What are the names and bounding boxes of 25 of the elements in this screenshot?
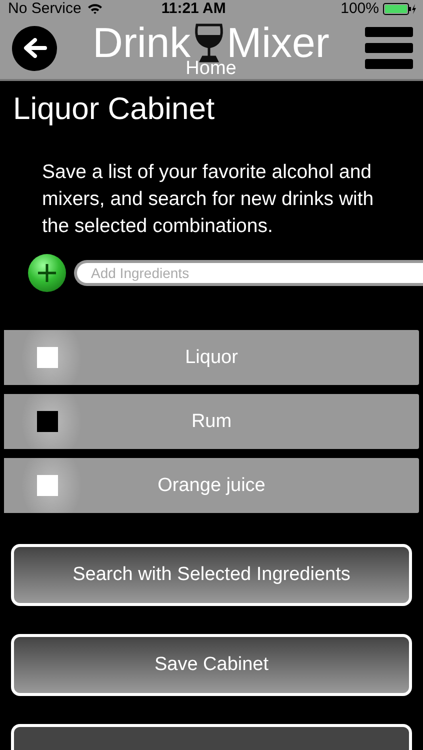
action-button[interactable]: Save Cabinet bbox=[11, 634, 412, 696]
wifi-icon bbox=[87, 2, 104, 14]
ingredient-row[interactable]: Orange juice bbox=[4, 458, 419, 513]
carrier-text: No Service bbox=[8, 0, 82, 17]
ingredient-input-field[interactable]: Add Ingredients bbox=[74, 260, 423, 286]
add-button[interactable] bbox=[28, 254, 66, 292]
battery-icon bbox=[383, 2, 417, 14]
menu-button[interactable] bbox=[365, 27, 413, 69]
ingredient-label: Orange juice bbox=[158, 474, 266, 496]
ingredient-row[interactable]: Rum bbox=[4, 394, 419, 449]
battery-text: 100% bbox=[340, 0, 379, 17]
page-title: Liquor Cabinet bbox=[13, 91, 216, 127]
action-button[interactable]: Search with Selected Ingredients bbox=[11, 544, 412, 606]
back-arrow-icon bbox=[22, 38, 46, 58]
ingredient-label: Liquor bbox=[185, 346, 238, 368]
ingredient-row[interactable]: Liquor bbox=[4, 330, 419, 385]
back-button[interactable] bbox=[12, 26, 57, 70]
menu-icon bbox=[365, 27, 413, 69]
checkbox[interactable] bbox=[37, 411, 58, 432]
ingredient-label: Rum bbox=[191, 410, 232, 432]
clock-text: 11:21 AM bbox=[161, 0, 226, 17]
checkbox[interactable] bbox=[37, 475, 58, 496]
description-text: Save a list of your favorite alcohol and mixers, and search for new drinks with the selected combinations. bbox=[42, 160, 375, 239]
checkbox[interactable] bbox=[37, 347, 58, 368]
plus-icon bbox=[37, 263, 57, 283]
